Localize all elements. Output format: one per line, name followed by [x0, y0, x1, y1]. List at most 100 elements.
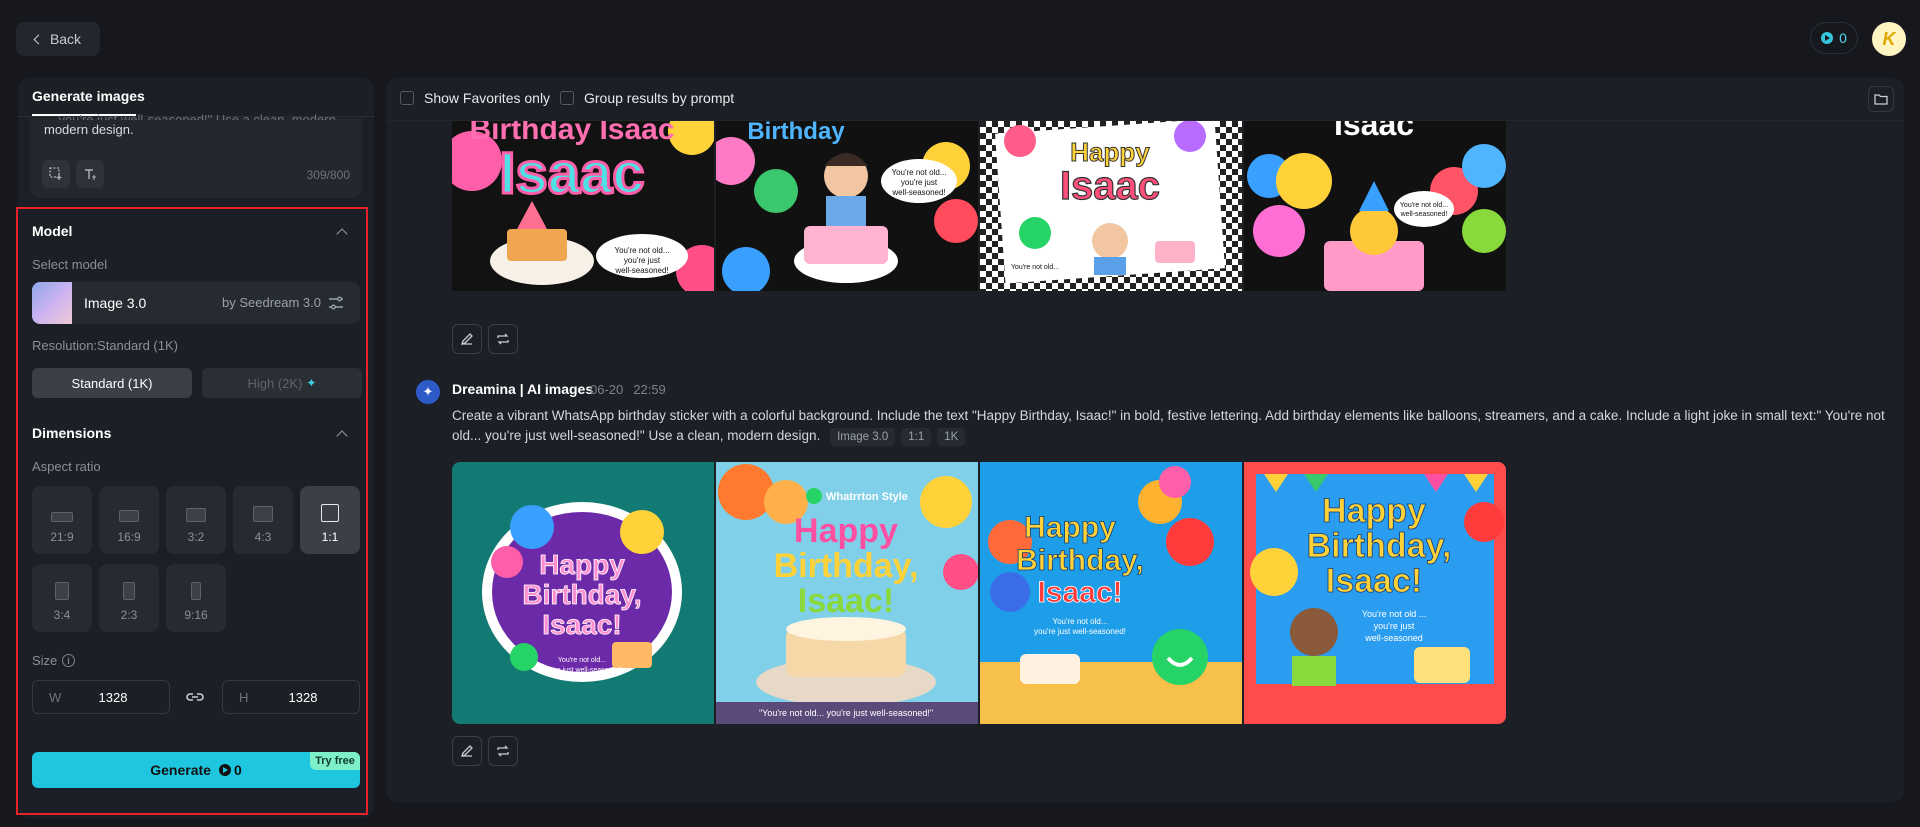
width-field[interactable]: W 1328 — [32, 680, 170, 714]
result-image[interactable]: Isaac You're not old... well-seasoned! — [1244, 121, 1506, 291]
result-image[interactable]: Happy Birthday, Isaac! You're not old ..… — [1244, 462, 1506, 724]
text-style-button[interactable] — [76, 160, 104, 188]
model-thumbnail — [32, 282, 72, 324]
prompt-text[interactable]: ... you're just well-seasoned!" Use a cl… — [44, 114, 362, 140]
back-label: Back — [49, 31, 82, 47]
sticker-image: Happy Birthday, Isaac! You're not old...… — [452, 462, 714, 724]
folder-icon — [1874, 94, 1888, 105]
credit-icon — [1821, 32, 1834, 44]
result-image[interactable]: Happy Isaac You're not old... — [980, 121, 1242, 291]
dimensions-section-title: Dimensions — [32, 425, 112, 441]
char-count: 309/800 — [306, 168, 350, 182]
prompt-box[interactable]: ... you're just well-seasoned!" Use a cl… — [30, 114, 362, 198]
text-icon — [85, 169, 96, 180]
width-value: 1328 — [98, 690, 128, 705]
pencil-icon — [460, 745, 473, 758]
aspect-9-16[interactable]: 9:16 — [166, 564, 226, 632]
credits-count: 0 — [1839, 30, 1847, 46]
link-icon[interactable] — [185, 688, 205, 706]
aspect-3-4[interactable]: 3:4 — [32, 564, 92, 632]
aspect-shape — [253, 506, 273, 522]
try-free-badge: Try free — [310, 752, 360, 770]
svg-text:You're not old...: You're not old... — [558, 657, 606, 664]
result-image[interactable]: Birthday You're not old... you're just w… — [716, 121, 978, 291]
svg-text:Isaac!: Isaac! — [798, 582, 894, 620]
size-label: Size — [32, 653, 58, 668]
info-icon[interactable]: i — [62, 654, 75, 667]
aspect-shape — [186, 508, 206, 522]
select-model-label: Select model — [32, 257, 108, 272]
regenerate-button[interactable] — [488, 324, 518, 354]
aspect-shape — [55, 582, 69, 600]
aspect-3-2[interactable]: 3:2 — [166, 486, 226, 554]
show-favorites-toggle[interactable]: Show Favorites only — [400, 90, 550, 106]
repeat-icon — [497, 745, 509, 757]
checkbox[interactable] — [400, 91, 414, 105]
tab-generate-images[interactable]: Generate images — [32, 88, 145, 104]
back-button[interactable]: Back — [16, 22, 100, 56]
svg-text:Birthday,: Birthday, — [1016, 544, 1144, 577]
result-image[interactable]: Happy Birthday, Isaac! You're not old...… — [980, 462, 1242, 724]
credit-icon — [218, 764, 231, 776]
svg-text:Isaac!: Isaac! — [1326, 562, 1422, 600]
sticker-image: Happy Isaac You're not old... — [980, 121, 1242, 291]
aspect-21-9[interactable]: 21:9 — [32, 486, 92, 554]
prompt-text[interactable]: Create a vibrant WhatsApp birthday stick… — [452, 406, 1888, 446]
height-field[interactable]: H 1328 — [222, 680, 360, 714]
aspect-4-3[interactable]: 4:3 — [233, 486, 293, 554]
sticker-image: Happy Birthday, Isaac! You're not old...… — [980, 462, 1242, 724]
aspect-2-3[interactable]: 2:3 — [99, 564, 159, 632]
sticker-image: Whatrrton Style Happy Birthday, Isaac! "… — [716, 462, 978, 724]
sticker-image: Birthday Isaac Isaac You're not old... y… — [452, 121, 714, 291]
svg-text:You're not old...: You're not old... — [1400, 202, 1448, 209]
result-image[interactable]: Happy Birthday, Isaac! You're not old...… — [452, 462, 714, 724]
avatar[interactable]: K — [1872, 22, 1906, 56]
resolution-high-button[interactable]: High (2K) ✦ — [202, 368, 362, 398]
image-reference-button[interactable] — [42, 160, 70, 188]
group-results-toggle[interactable]: Group results by prompt — [560, 90, 734, 106]
pencil-icon — [460, 333, 473, 346]
svg-text:well-seasoned!: well-seasoned! — [891, 188, 945, 197]
sticker-image: Happy Birthday, Isaac! You're not old ..… — [1244, 462, 1506, 724]
svg-text:Happy: Happy — [1024, 511, 1116, 544]
sliders-icon[interactable] — [328, 295, 344, 311]
svg-text:Whatrrton Style: Whatrrton Style — [826, 491, 908, 503]
svg-text:Birthday,: Birthday, — [522, 579, 641, 610]
edit-button[interactable] — [452, 324, 482, 354]
svg-text:Happy: Happy — [1070, 137, 1150, 167]
result-image[interactable]: Birthday Isaac Isaac You're not old... y… — [452, 121, 714, 291]
resolution-label: Resolution:Standard (1K) — [32, 338, 178, 353]
svg-text:Happy: Happy — [794, 512, 898, 550]
svg-text:you're just: you're just — [1374, 621, 1415, 631]
results-panel: Show Favorites only Group results by pro… — [386, 78, 1904, 802]
tag-ratio: 1:1 — [901, 428, 932, 446]
svg-text:well-seasoned!: well-seasoned! — [614, 266, 668, 275]
resolution-standard-button[interactable]: Standard (1K) — [32, 368, 192, 398]
generate-cost: 0 — [218, 762, 242, 778]
result-image[interactable]: Whatrrton Style Happy Birthday, Isaac! "… — [716, 462, 978, 724]
model-name: Image 3.0 — [84, 295, 147, 311]
svg-text:You're not old...: You're not old... — [891, 168, 946, 177]
sticker-image: Birthday You're not old... you're just w… — [716, 121, 978, 291]
folder-button[interactable] — [1868, 86, 1894, 112]
svg-text:Birthday,: Birthday, — [774, 547, 919, 585]
regenerate-button[interactable] — [488, 736, 518, 766]
dreamina-logo-icon: ✦ — [416, 380, 440, 404]
svg-text:You're not old ...: You're not old ... — [1362, 609, 1426, 619]
checkbox[interactable] — [560, 91, 574, 105]
aspect-shape — [119, 510, 139, 522]
credits-pill[interactable]: 0 — [1810, 22, 1858, 54]
aspect-shape — [123, 582, 135, 600]
svg-text:Isaac: Isaac — [499, 141, 644, 206]
aspect-16-9[interactable]: 16:9 — [99, 486, 159, 554]
chevron-left-icon — [33, 34, 44, 44]
model-selector[interactable]: Image 3.0 by Seedream 3.0 — [32, 282, 360, 324]
svg-text:Birthday: Birthday — [747, 121, 845, 145]
aspect-1-1[interactable]: 1:1 — [300, 486, 360, 554]
svg-text:well-seasoned: well-seasoned — [1364, 633, 1423, 643]
svg-text:You're not old...: You're not old... — [1052, 617, 1107, 626]
edit-button[interactable] — [452, 736, 482, 766]
svg-text:Happy: Happy — [539, 549, 625, 580]
author-name: Dreamina | AI images — [452, 381, 594, 397]
svg-text:Isaac: Isaac — [1060, 164, 1160, 208]
